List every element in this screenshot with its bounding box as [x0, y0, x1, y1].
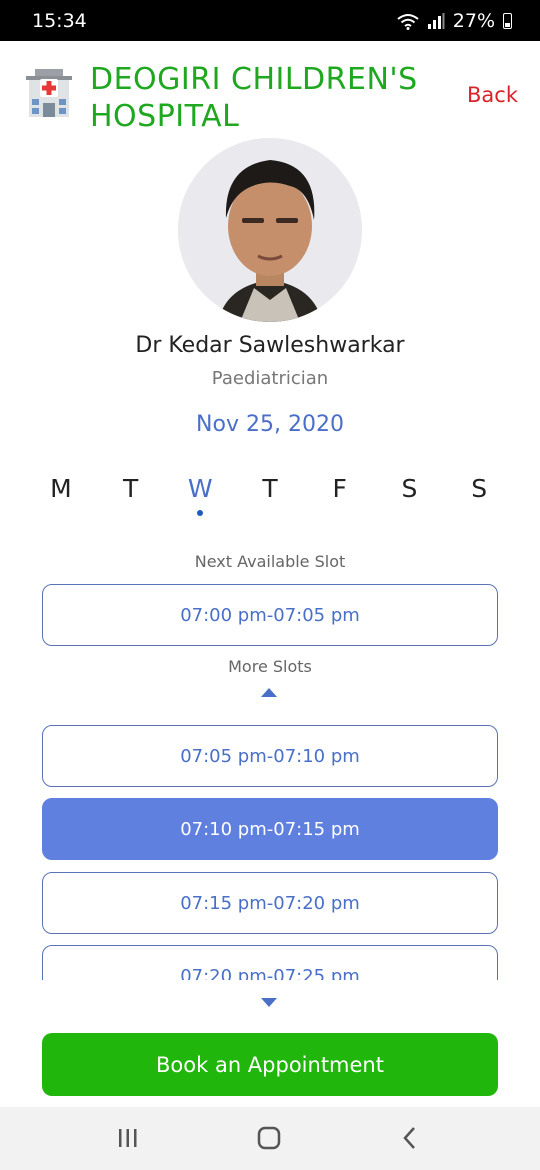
home-icon[interactable]	[254, 1123, 284, 1153]
weekday-sat[interactable]: S	[375, 474, 445, 524]
slot-button-selected[interactable]: 07:10 pm-07:15 pm	[42, 798, 498, 860]
weekday-mon[interactable]: M	[26, 474, 96, 524]
wifi-icon	[397, 13, 419, 30]
weekday-sun[interactable]: S	[444, 474, 514, 524]
hospital-icon	[26, 69, 72, 117]
signal-icon	[427, 12, 445, 29]
more-slots-label: More Slots	[228, 657, 312, 676]
scroll-down-arrow-icon[interactable]	[261, 998, 277, 1007]
recent-apps-icon[interactable]	[113, 1123, 143, 1153]
doctor-name: Dr Kedar Sawleshwarkar	[135, 333, 405, 358]
system-nav-bar	[0, 1107, 540, 1170]
scroll-up-arrow-icon[interactable]	[261, 688, 277, 697]
next-slot-button[interactable]: 07:00 pm-07:05 pm	[42, 584, 498, 646]
more-slots-list[interactable]: 07:05 pm-07:10 pm 07:10 pm-07:15 pm 07:1…	[0, 715, 540, 980]
doctor-specialty: Paediatrician	[211, 368, 329, 389]
weekday-thu[interactable]: T	[235, 474, 305, 524]
book-appointment-button[interactable]: Book an Appointment	[42, 1033, 498, 1096]
doctor-avatar	[178, 138, 362, 322]
slot-button[interactable]: 07:15 pm-07:20 pm	[42, 872, 498, 934]
weekday-wed[interactable]: W	[165, 474, 235, 524]
weekday-tue[interactable]: T	[96, 474, 166, 524]
doctor-portrait-icon	[178, 138, 362, 322]
status-time: 15:34	[32, 9, 87, 32]
header: DEOGIRI CHILDREN'S HOSPITAL Back	[0, 41, 540, 141]
selected-date: Nov 25, 2020	[196, 412, 344, 437]
slot-button[interactable]: 07:20 pm-07:25 pm	[42, 945, 498, 980]
selected-day-indicator	[197, 510, 204, 516]
battery-icon	[503, 12, 512, 29]
weekday-fri[interactable]: F	[305, 474, 375, 524]
battery-percent: 27%	[452, 9, 495, 32]
slot-button[interactable]: 07:05 pm-07:10 pm	[42, 725, 498, 787]
next-slot-label: Next Available Slot	[194, 552, 346, 571]
hospital-name: DEOGIRI CHILDREN'S HOSPITAL	[90, 62, 418, 134]
back-button[interactable]: Back	[467, 83, 518, 107]
back-nav-icon[interactable]	[395, 1123, 425, 1153]
status-bar: 15:34 27%	[0, 0, 540, 41]
weekday-selector: M T W T F S S	[26, 474, 514, 524]
